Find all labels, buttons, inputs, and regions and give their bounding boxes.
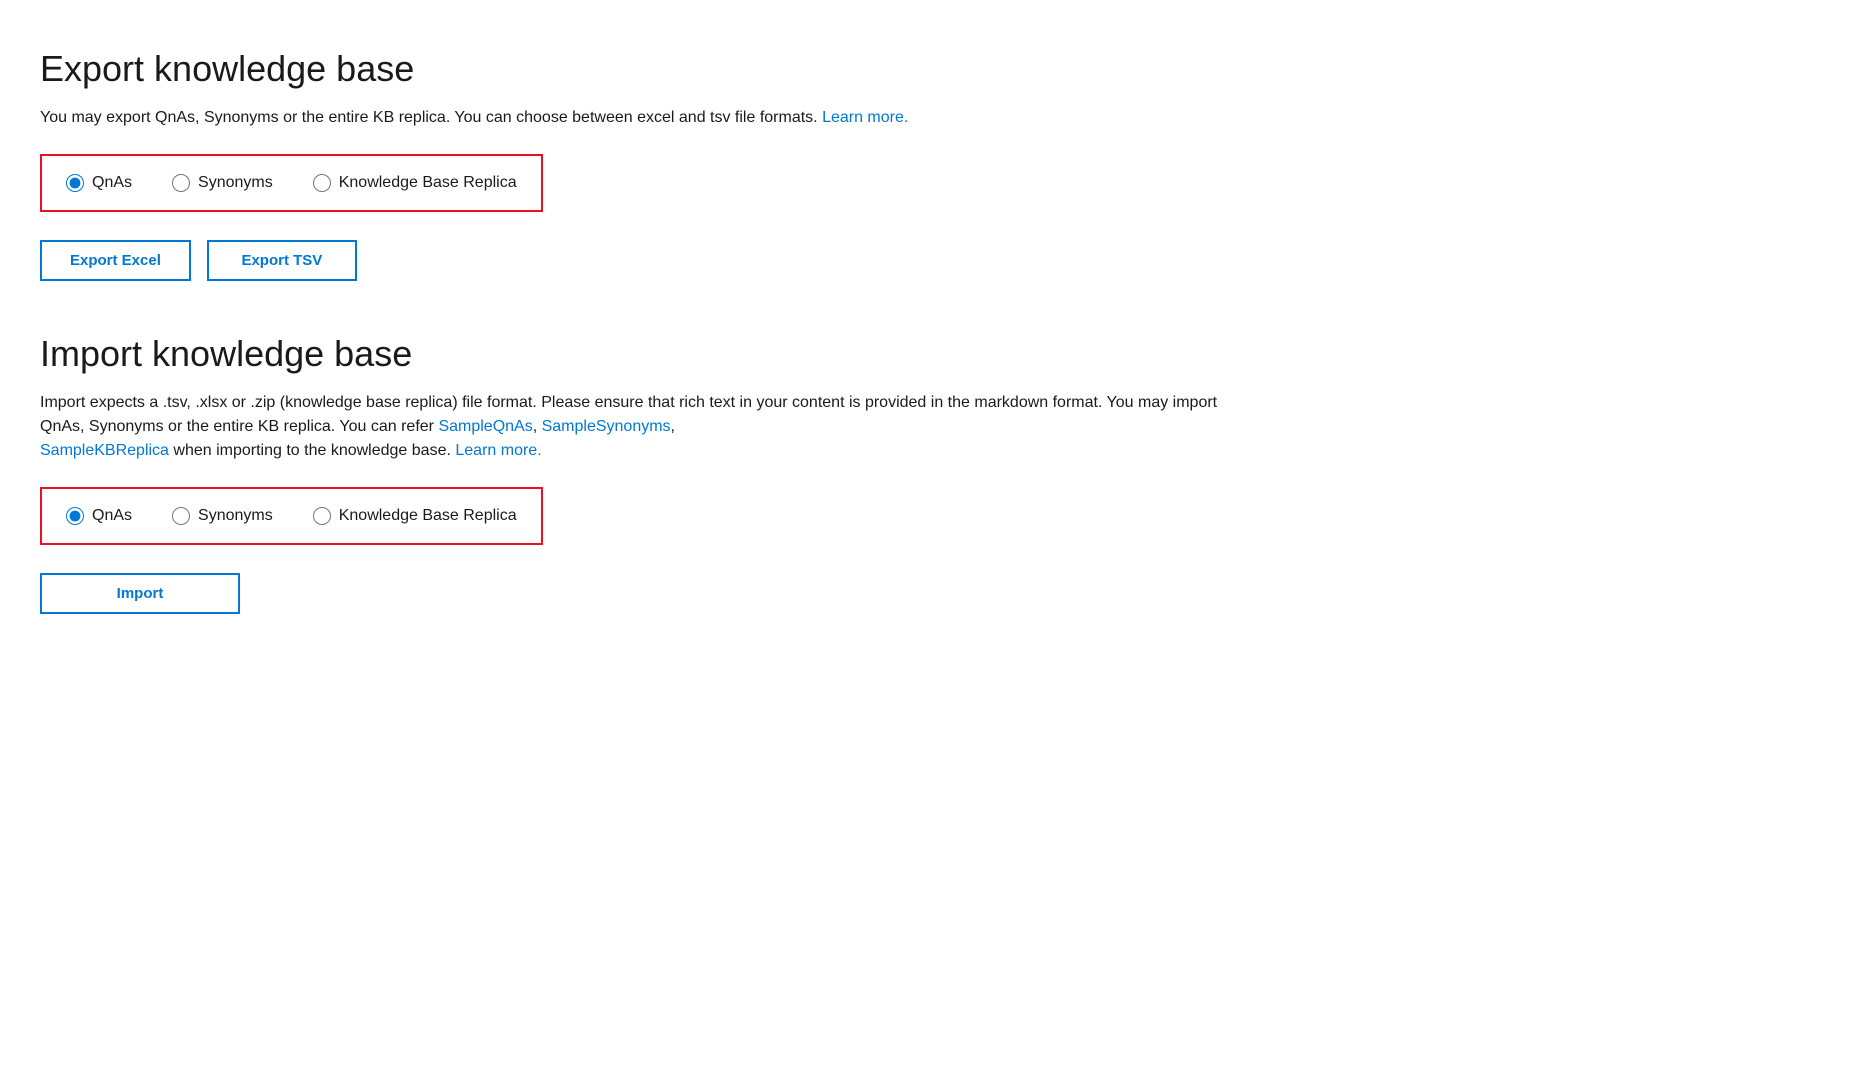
- import-button-group: Import: [40, 573, 1834, 614]
- export-learn-more-link[interactable]: Learn more.: [822, 109, 908, 126]
- export-synonyms-option[interactable]: Synonyms: [172, 174, 273, 192]
- export-excel-button[interactable]: Export Excel: [40, 240, 191, 281]
- sample-qnas-link[interactable]: SampleQnAs: [438, 418, 532, 435]
- import-learn-more-link[interactable]: Learn more.: [455, 442, 541, 459]
- import-kbreplica-option[interactable]: Knowledge Base Replica: [313, 507, 517, 525]
- import-qnas-option[interactable]: QnAs: [66, 507, 132, 525]
- export-section: Export knowledge base You may export QnA…: [40, 48, 1834, 281]
- import-title: Import knowledge base: [40, 333, 1834, 375]
- import-radio-group: QnAs Synonyms Knowledge Base Replica: [40, 487, 543, 545]
- export-qnas-radio[interactable]: [66, 174, 84, 192]
- export-radio-group: QnAs Synonyms Knowledge Base Replica: [40, 154, 543, 212]
- import-qnas-radio[interactable]: [66, 507, 84, 525]
- export-description: You may export QnAs, Synonyms or the ent…: [40, 106, 1240, 130]
- sample-kbreplica-link[interactable]: SampleKBReplica: [40, 442, 169, 459]
- import-section: Import knowledge base Import expects a .…: [40, 333, 1834, 614]
- export-button-group: Export Excel Export TSV: [40, 240, 1834, 281]
- export-title: Export knowledge base: [40, 48, 1834, 90]
- export-qnas-option[interactable]: QnAs: [66, 174, 132, 192]
- sample-synonyms-link[interactable]: SampleSynonyms: [542, 418, 671, 435]
- export-synonyms-radio[interactable]: [172, 174, 190, 192]
- import-synonyms-radio[interactable]: [172, 507, 190, 525]
- import-kbreplica-radio[interactable]: [313, 507, 331, 525]
- import-description: Import expects a .tsv, .xlsx or .zip (kn…: [40, 391, 1240, 463]
- export-tsv-button[interactable]: Export TSV: [207, 240, 357, 281]
- import-button[interactable]: Import: [40, 573, 240, 614]
- export-kbreplica-option[interactable]: Knowledge Base Replica: [313, 174, 517, 192]
- export-kbreplica-radio[interactable]: [313, 174, 331, 192]
- import-synonyms-option[interactable]: Synonyms: [172, 507, 273, 525]
